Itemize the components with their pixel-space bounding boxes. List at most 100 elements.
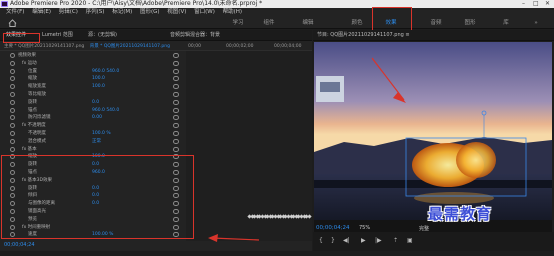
workspace-tab-assembly[interactable]: 组件 [257, 17, 281, 29]
reset-icon[interactable] [173, 92, 179, 97]
mark-in-icon[interactable]: { [319, 237, 323, 244]
workspace-tab-learn[interactable]: 学习 [226, 17, 250, 29]
workspace-tab-audio[interactable]: 音频 [424, 17, 448, 29]
window-title: Adobe Premiere Pro 2020 - C:\用户\Aisy\文档\… [10, 0, 263, 7]
effect-property-row[interactable]: 位置 960.0 540.0 [0, 68, 186, 76]
effect-property-label: fx 基本 [22, 146, 37, 152]
toggle-animation-icon[interactable] [10, 115, 15, 121]
menu-file[interactable]: 文件(F) [6, 8, 24, 17]
reset-icon[interactable] [173, 99, 179, 105]
ruler-timecode-0: 00;00 [188, 44, 201, 49]
workspace-tab-edit[interactable]: 编辑 [296, 17, 320, 29]
effect-property-value[interactable]: 960.0 540.0 [92, 107, 119, 115]
home-icon[interactable] [8, 19, 17, 27]
reset-icon[interactable] [173, 84, 179, 90]
effect-property-row[interactable]: 缩放 100.0 [0, 75, 186, 83]
tab-source[interactable]: 源：(无剪辑) [88, 30, 117, 41]
toggle-animation-icon[interactable] [10, 131, 15, 136]
master-clip-label[interactable]: 主要 * QQ图片20211029141107.png [4, 44, 84, 49]
tab-lumetri-scopes[interactable]: Lumetri 范围 [42, 30, 73, 41]
mini-timeline-ruler: 00;00 00;00;02;00 00;00;04;00 [186, 42, 312, 51]
toggle-animation-icon[interactable] [10, 53, 15, 58]
toggle-animation-icon[interactable] [10, 60, 15, 66]
effect-property-row[interactable]: 视频效果 [0, 52, 186, 60]
effect-property-row[interactable]: 防闪烁滤镜 0.00 [0, 114, 186, 122]
reset-icon[interactable] [173, 53, 179, 58]
effect-property-label: fx 不透明度 [22, 123, 46, 129]
lift-icon[interactable]: ⇡ [393, 237, 398, 244]
minimize-icon[interactable]: – [522, 0, 525, 8]
toggle-animation-icon[interactable] [10, 68, 15, 74]
menu-view[interactable]: 视图(V) [167, 8, 186, 17]
reset-icon[interactable] [173, 68, 179, 74]
ruler-timecode-2: 00;00;04;00 [274, 44, 302, 49]
step-back-icon[interactable]: ◀| [343, 237, 350, 244]
workspace-tab-graphics[interactable]: 图形 [458, 17, 482, 29]
effect-property-label: 位置 [28, 68, 37, 74]
panel-footer-timecode[interactable]: 00;00;04;24 [4, 242, 35, 248]
toggle-animation-icon[interactable] [10, 84, 15, 90]
play-icon[interactable]: ▶ [361, 237, 366, 244]
effect-property-row[interactable]: 缩放宽度 100.0 [0, 83, 186, 91]
menu-graphics[interactable]: 图形(G) [140, 8, 160, 17]
effect-property-row[interactable]: 等比缩放 [0, 91, 186, 99]
effect-property-value[interactable]: 960.0 540.0 [92, 68, 119, 76]
zoom-fit-select[interactable]: 75% [359, 225, 370, 231]
effect-property-label: 等比缩放 [28, 92, 46, 97]
effect-property-value[interactable]: 100.0 % [92, 130, 111, 138]
close-icon[interactable]: ✕ [545, 0, 550, 8]
step-forward-icon[interactable]: |▶ [375, 237, 382, 244]
toggle-animation-icon[interactable] [10, 138, 15, 144]
menu-window[interactable]: 窗口(W) [194, 8, 215, 17]
premiere-logo-icon [1, 1, 8, 7]
maximize-icon[interactable]: □ [533, 0, 539, 8]
effect-property-row[interactable]: fx 运动 [0, 60, 186, 68]
reset-icon[interactable] [173, 131, 179, 136]
toggle-animation-icon[interactable] [10, 146, 15, 152]
sequence-clip-label[interactable]: 背景 * QQ图片20211029141107.png [90, 44, 170, 49]
toggle-animation-icon[interactable] [10, 76, 15, 82]
toggle-animation-icon[interactable] [10, 99, 15, 105]
effect-property-value[interactable]: 0.0 [92, 99, 99, 107]
tab-audio-clip-mixer[interactable]: 音频剪辑混合器：背景 [170, 30, 220, 41]
effect-property-row[interactable]: fx 基本 [0, 146, 186, 154]
keyframe-icon[interactable] [307, 214, 312, 219]
reset-icon[interactable] [173, 115, 179, 121]
effect-property-row[interactable]: 旋转 0.0 [0, 99, 186, 107]
menu-sequence[interactable]: 序列(S) [86, 8, 105, 17]
resolution-select[interactable]: 完整 [419, 225, 429, 232]
toggle-animation-icon[interactable] [10, 107, 15, 113]
keyframe-area[interactable] [186, 51, 312, 242]
reset-icon[interactable] [173, 146, 179, 152]
annotation-arrow-icon [208, 234, 260, 242]
watermark-logo: 最需教育 [428, 205, 493, 223]
current-timecode[interactable]: 00;00;04;24 [316, 225, 350, 231]
program-monitor-title[interactable]: 节目: QQ图片20211029141107.png ≡ [313, 30, 554, 41]
effect-property-row[interactable]: 不透明度 100.0 % [0, 130, 186, 138]
effect-property-value[interactable]: 正常 [92, 138, 101, 146]
reset-icon[interactable] [173, 76, 179, 82]
toggle-animation-icon[interactable] [10, 123, 15, 129]
effect-property-row[interactable]: 混合模式 正常 [0, 138, 186, 146]
effect-property-label: 混合模式 [28, 138, 46, 144]
ruler-timecode-1: 00;00;02;00 [226, 44, 254, 49]
effect-property-value[interactable]: 100.0 [92, 75, 105, 83]
effect-property-value[interactable]: 0.00 [92, 114, 102, 122]
workspace-tab-color[interactable]: 颜色 [345, 17, 369, 29]
menu-help[interactable]: 帮助(H) [223, 8, 242, 17]
mark-out-icon[interactable]: } [331, 237, 335, 244]
toggle-animation-icon[interactable] [10, 92, 15, 97]
workspace-tab-libraries[interactable]: 库 [494, 17, 518, 29]
reset-icon[interactable] [173, 138, 179, 144]
camera-icon[interactable]: ▣ [407, 237, 413, 244]
reset-icon[interactable] [173, 107, 179, 113]
menu-marker[interactable]: 标记(M) [112, 8, 132, 17]
reset-icon[interactable] [173, 60, 179, 66]
effect-property-row[interactable]: 锚点 960.0 540.0 [0, 107, 186, 115]
effect-property-value[interactable]: 100.0 [92, 83, 105, 91]
menu-edit[interactable]: 编辑(E) [32, 8, 51, 17]
effect-property-row[interactable]: fx 不透明度 [0, 122, 186, 130]
reset-icon[interactable] [173, 123, 179, 129]
workspace-more-button[interactable]: » [530, 17, 542, 29]
menu-clip[interactable]: 剪辑(C) [59, 8, 78, 17]
